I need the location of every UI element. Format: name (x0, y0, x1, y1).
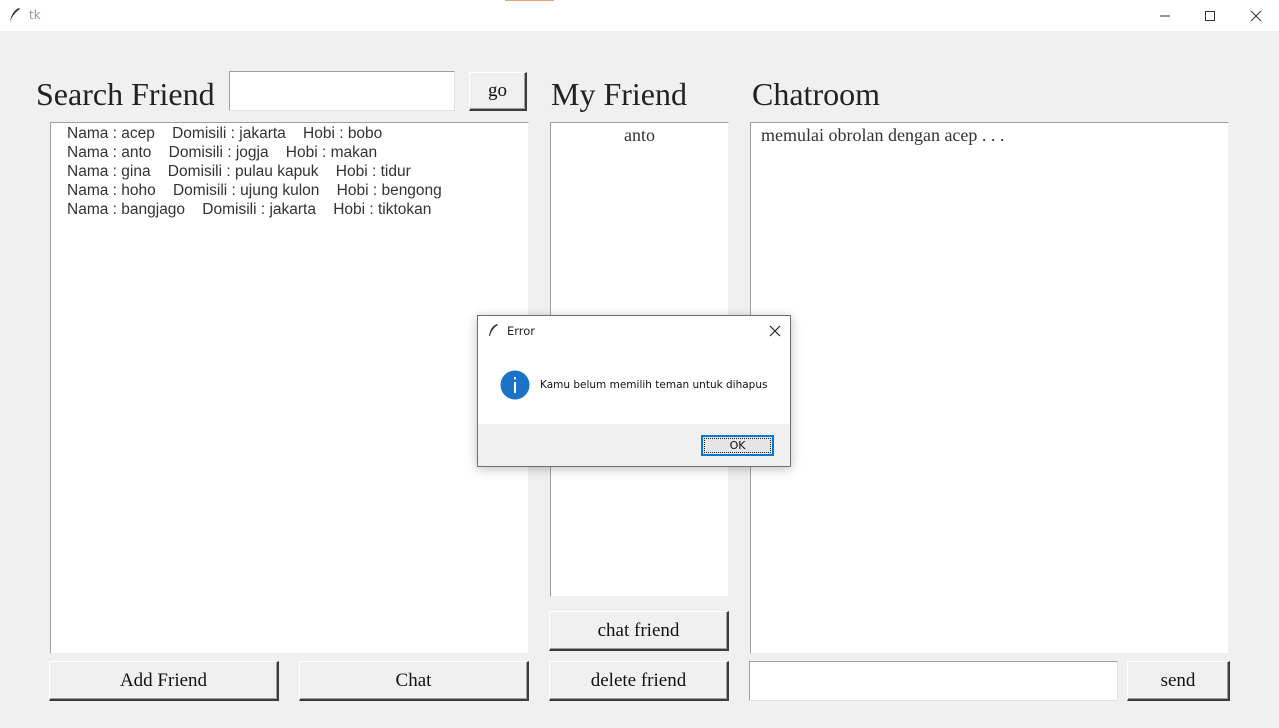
maximize-icon (1205, 10, 1215, 21)
send-button[interactable]: send (1127, 661, 1230, 701)
window-titlebar: tk (0, 0, 1279, 31)
feather-icon (489, 324, 498, 336)
close-icon (1250, 10, 1262, 21)
close-icon (769, 325, 781, 337)
error-dialog: Error Kamu belum memilih teman untuk dih… (477, 315, 791, 467)
chatroom-heading: Chatroom (752, 76, 880, 112)
message-input[interactable] (749, 661, 1118, 701)
dialog-close-button[interactable] (764, 320, 786, 342)
dialog-message: Kamu belum memilih teman untuk dihapus (540, 379, 768, 391)
titlebar-accent (505, 0, 554, 1)
minimize-button[interactable] (1142, 0, 1188, 31)
chat-friend-button[interactable]: chat friend (549, 611, 729, 651)
go-button[interactable]: go (469, 72, 527, 111)
feather-icon (9, 8, 20, 23)
my-friend-heading: My Friend (551, 76, 687, 112)
chat-button[interactable]: Chat (299, 661, 529, 701)
list-item[interactable]: Nama : anto Domisili : jogja Hobi : maka… (67, 143, 377, 162)
search-input[interactable] (229, 71, 455, 111)
dialog-footer: OK (478, 424, 790, 466)
delete-friend-button[interactable]: delete friend (549, 661, 729, 701)
list-item[interactable]: Nama : gina Domisili : pulau kapuk Hobi … (67, 162, 411, 181)
window-title: tk (29, 8, 41, 22)
close-button[interactable] (1233, 0, 1279, 31)
search-friend-heading: Search Friend (36, 76, 215, 112)
list-item[interactable]: Nama : bangjago Domisili : jakarta Hobi … (67, 200, 431, 219)
dialog-title: Error (507, 324, 536, 338)
add-friend-button[interactable]: Add Friend (49, 661, 279, 701)
maximize-button[interactable] (1187, 0, 1233, 31)
friend-item[interactable]: anto (551, 125, 728, 145)
users-listbox[interactable]: Nama : acep Domisili : jakarta Hobi : bo… (50, 122, 529, 654)
ok-button[interactable]: OK (701, 435, 774, 456)
chat-message: memulai obrolan dengan acep . . . (761, 125, 1005, 145)
info-icon (500, 370, 530, 400)
chatroom-log[interactable]: memulai obrolan dengan acep . . . (750, 122, 1229, 654)
list-item[interactable]: Nama : acep Domisili : jakarta Hobi : bo… (67, 124, 382, 143)
minimize-icon (1160, 15, 1170, 16)
list-item[interactable]: Nama : hoho Domisili : ujung kulon Hobi … (67, 181, 442, 200)
